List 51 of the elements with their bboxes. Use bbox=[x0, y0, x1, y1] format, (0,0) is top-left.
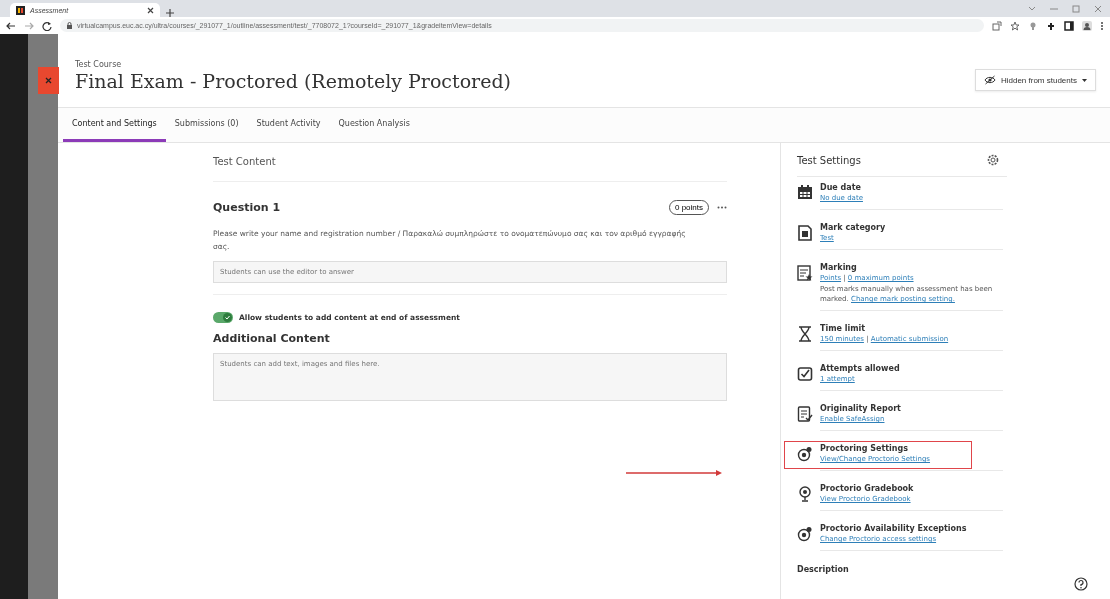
setting-label: Originality Report bbox=[820, 404, 902, 413]
setting-label: Proctorio Availability Exceptions bbox=[820, 524, 968, 533]
toggle-knob-icon bbox=[223, 313, 232, 322]
back-arrow-icon[interactable] bbox=[6, 20, 16, 31]
setting-label: Due date bbox=[820, 183, 862, 192]
setting-label: Proctoring Settings bbox=[820, 444, 910, 453]
tab[interactable]: Submissions (0) bbox=[165, 108, 248, 142]
webcam-icon bbox=[797, 446, 813, 462]
document-icon bbox=[797, 225, 813, 241]
share-icon[interactable] bbox=[992, 20, 1002, 31]
settings-heading: Test Settings bbox=[797, 154, 861, 166]
points-button[interactable]: 0 points bbox=[668, 200, 709, 215]
course-name: Test Course bbox=[75, 60, 123, 69]
eye-slash-icon bbox=[983, 75, 996, 85]
profile-icon[interactable] bbox=[1082, 20, 1092, 31]
setting-label: Marking bbox=[820, 263, 858, 272]
more-options-icon[interactable] bbox=[717, 206, 727, 209]
setting-label: Attempts allowed bbox=[820, 364, 901, 373]
settings-icon[interactable] bbox=[987, 154, 999, 166]
tab[interactable]: Content and Settings bbox=[63, 108, 166, 142]
question-title: Question 1 bbox=[213, 201, 281, 214]
setting-label: Mark category bbox=[820, 223, 887, 232]
setting-label: Time limit bbox=[820, 324, 867, 333]
close-button[interactable] bbox=[38, 67, 59, 94]
calendar-icon bbox=[797, 185, 813, 201]
tab[interactable]: Question Analysis bbox=[329, 108, 419, 142]
reload-icon[interactable] bbox=[42, 20, 52, 31]
setting-label: Proctorio Gradebook bbox=[820, 484, 915, 493]
close-icon[interactable] bbox=[147, 6, 154, 14]
webcam-icon bbox=[797, 526, 813, 542]
section-heading: Additional Content bbox=[213, 332, 331, 345]
more-options-icon[interactable] bbox=[1100, 20, 1104, 31]
caret-icon bbox=[1082, 78, 1087, 82]
close-icon bbox=[45, 77, 52, 84]
tab[interactable]: Student Activity bbox=[247, 108, 330, 142]
help-icon[interactable] bbox=[1074, 577, 1088, 591]
site-favicon-icon bbox=[16, 5, 25, 15]
visibility-dropdown[interactable]: Hidden from students bbox=[974, 69, 1096, 91]
toggle-switch[interactable] bbox=[213, 312, 233, 323]
star-icon[interactable] bbox=[1010, 20, 1020, 31]
page-title: Final Exam - Proctored (Remotely Proctored) bbox=[75, 70, 511, 92]
hourglass-icon bbox=[797, 326, 813, 342]
report-check-icon bbox=[797, 406, 813, 422]
section-heading: Description bbox=[797, 565, 850, 574]
checkbox-icon bbox=[797, 366, 813, 382]
chevron-down-icon[interactable] bbox=[1028, 4, 1036, 13]
new-tab-icon[interactable] bbox=[166, 9, 174, 17]
lock-icon bbox=[66, 21, 73, 30]
section-heading: Test Content bbox=[213, 156, 727, 182]
side-panel-icon[interactable] bbox=[1064, 20, 1074, 31]
webcam-icon bbox=[797, 486, 813, 502]
